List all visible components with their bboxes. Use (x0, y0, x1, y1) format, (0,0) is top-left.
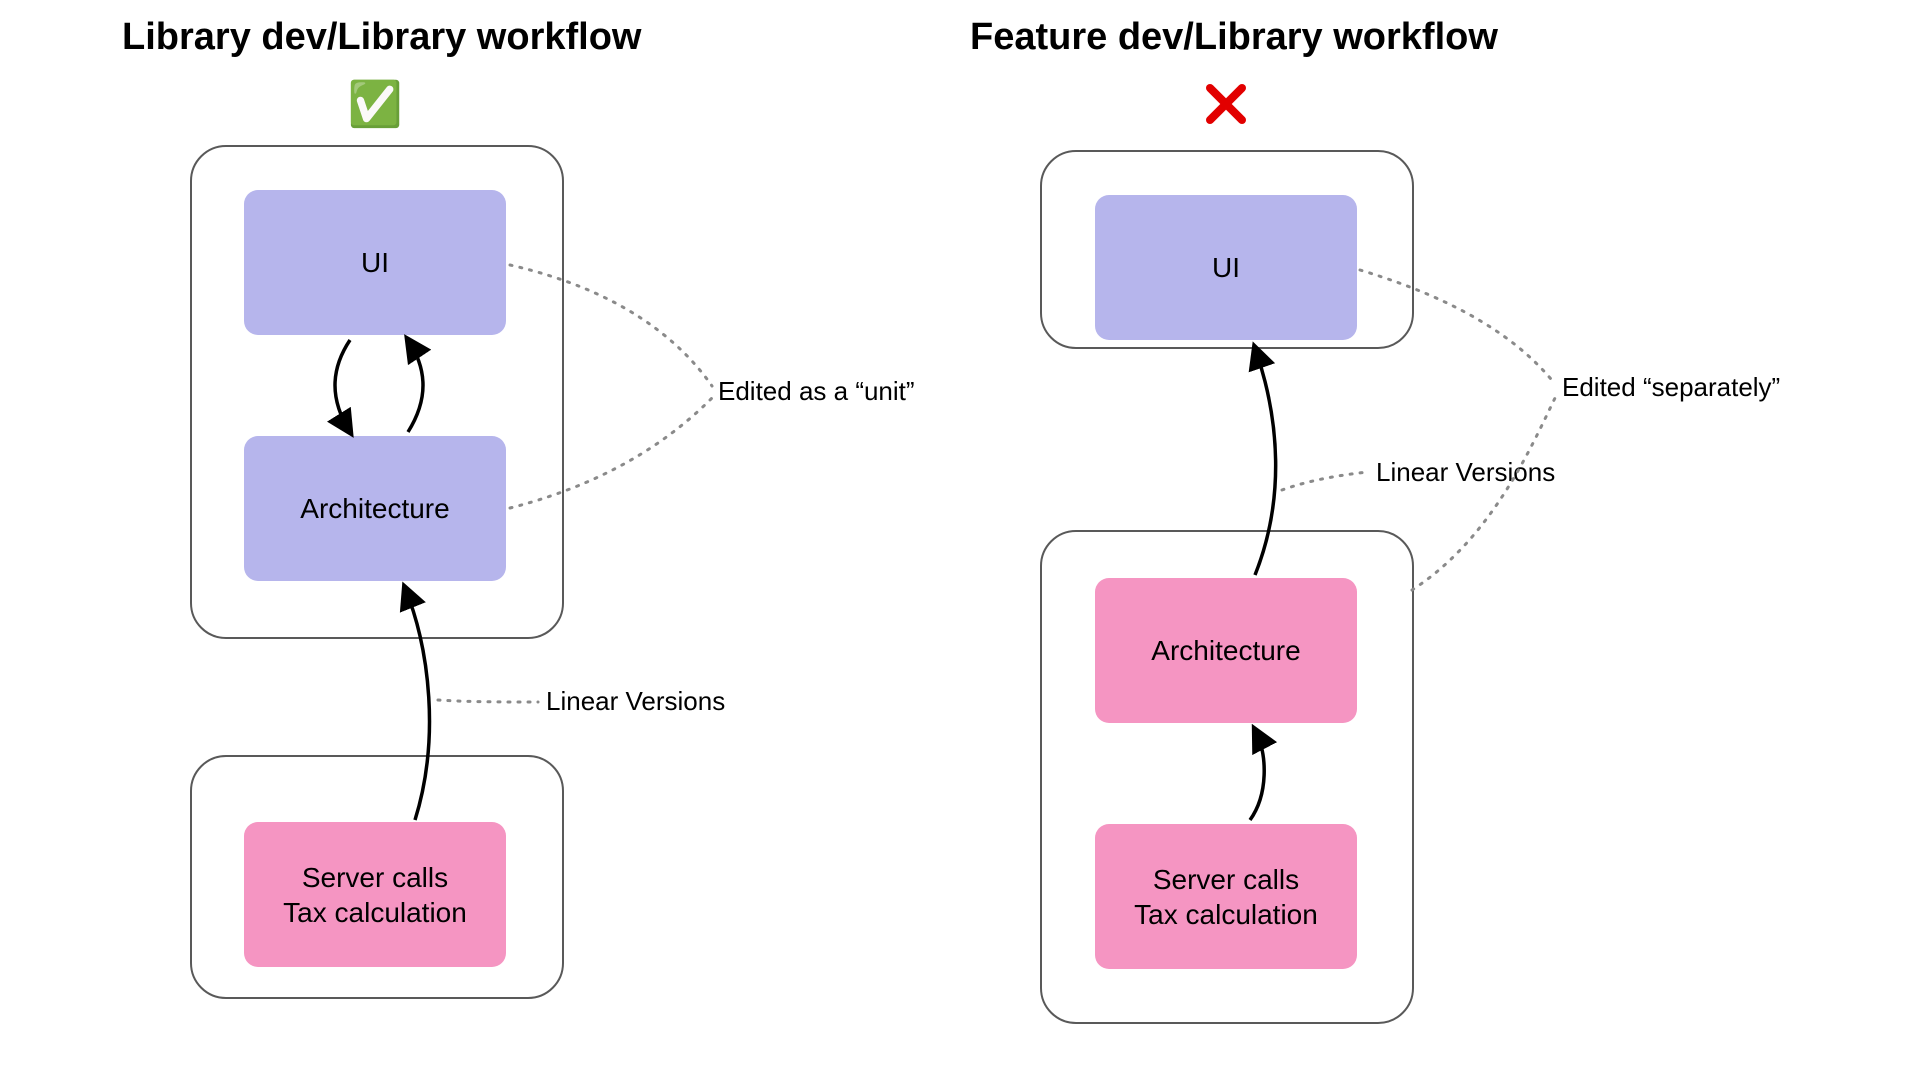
right-arch-node: Architecture (1095, 578, 1357, 723)
right-server-node: Server calls Tax calculation (1095, 824, 1357, 969)
right-separate-dotted-from-lower (1412, 398, 1555, 590)
right-server-label-1: Server calls (1153, 862, 1299, 897)
right-linear-annotation: Linear Versions (1376, 457, 1555, 488)
right-separate-annotation: Edited “separately” (1562, 372, 1780, 403)
check-icon: ✅ (348, 78, 403, 130)
left-server-label-2: Tax calculation (283, 895, 467, 930)
left-ui-node: UI (244, 190, 506, 335)
left-arch-node: Architecture (244, 436, 506, 581)
left-ui-label: UI (361, 245, 389, 280)
left-linear-annotation: Linear Versions (546, 686, 725, 717)
right-linear-dotted (1282, 472, 1368, 490)
right-server-label-2: Tax calculation (1134, 897, 1318, 932)
left-title: Library dev/Library workflow (122, 16, 641, 59)
left-linear-dotted (438, 700, 538, 702)
left-server-node: Server calls Tax calculation (244, 822, 506, 967)
right-ui-node: UI (1095, 195, 1357, 340)
left-arch-label: Architecture (300, 491, 449, 526)
right-ui-label: UI (1212, 250, 1240, 285)
left-unit-annotation: Edited as a “unit” (718, 376, 915, 407)
left-server-label-1: Server calls (302, 860, 448, 895)
cross-icon (1206, 84, 1246, 124)
right-title: Feature dev/Library workflow (970, 16, 1498, 59)
right-arch-label: Architecture (1151, 633, 1300, 668)
